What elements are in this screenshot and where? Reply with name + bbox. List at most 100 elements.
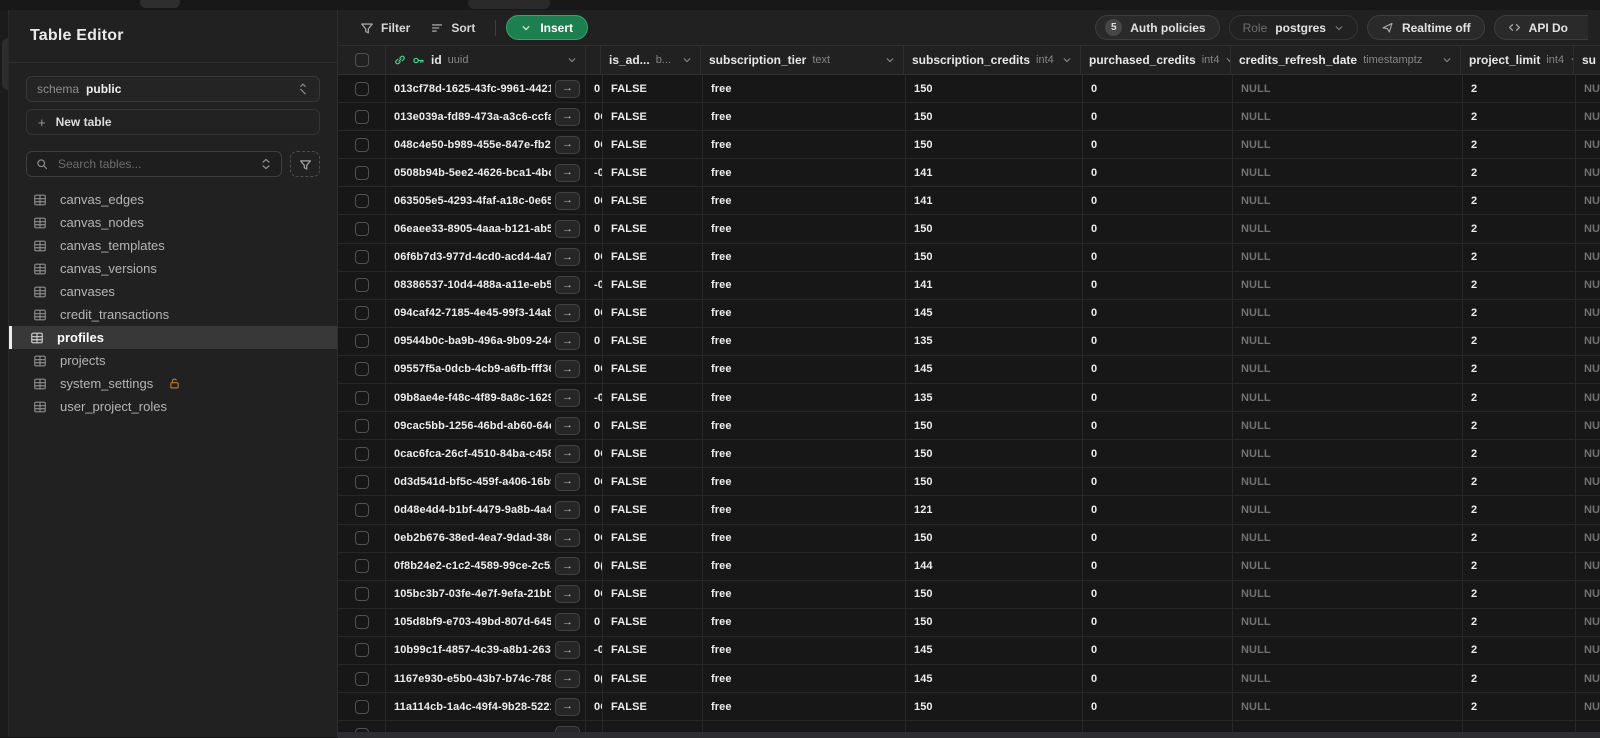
cell-sub_credits[interactable]: 145 bbox=[906, 299, 1083, 327]
cell-clip[interactable]: 0( bbox=[586, 552, 603, 580]
row-checkbox[interactable] bbox=[354, 418, 369, 433]
cell-is_admin[interactable]: FALSE bbox=[603, 524, 703, 552]
sort-button[interactable]: Sort bbox=[420, 15, 485, 41]
cell-clip[interactable]: -0 bbox=[586, 159, 603, 187]
sidebar-item-credit_transactions[interactable]: credit_transactions bbox=[9, 303, 337, 326]
cell-clip[interactable]: 0C bbox=[586, 187, 603, 215]
row-checkbox[interactable] bbox=[354, 531, 369, 546]
cell-purchased[interactable]: 0 bbox=[1083, 524, 1233, 552]
row-checkbox[interactable] bbox=[354, 362, 369, 377]
cell-refresh[interactable]: NULL bbox=[1233, 664, 1463, 693]
id-cell[interactable]: 06eaee33-8905-4aaa-b121-ab552... → bbox=[386, 215, 586, 243]
id-cell[interactable]: 09544b0c-ba9b-496a-9b09-244... → bbox=[386, 327, 586, 355]
cell-trailing[interactable]: NULL bbox=[1576, 131, 1600, 158]
realtime-toggle-button[interactable]: Realtime off bbox=[1366, 15, 1485, 40]
cell-tier[interactable]: free bbox=[703, 103, 906, 131]
cell-tier[interactable]: free bbox=[703, 412, 906, 440]
cell-refresh[interactable]: NULL bbox=[1233, 524, 1463, 552]
chevron-down-icon[interactable] bbox=[567, 55, 577, 65]
cell-is_admin[interactable]: FALSE bbox=[603, 664, 703, 693]
column-header-id[interactable]: id uuid bbox=[386, 46, 586, 74]
column-header-subscription-tier[interactable]: subscription_tier text bbox=[701, 46, 904, 74]
expand-row-button[interactable]: → bbox=[555, 79, 580, 98]
row-checkbox[interactable] bbox=[354, 699, 369, 714]
cell-purchased[interactable]: 0 bbox=[1083, 215, 1233, 243]
cell-clip[interactable]: 0C bbox=[586, 524, 603, 552]
column-header-purchased-credits[interactable]: purchased_credits int4 bbox=[1081, 46, 1231, 74]
cell-refresh[interactable]: NULL bbox=[1233, 384, 1463, 412]
cell-tier[interactable]: free bbox=[703, 496, 906, 524]
id-cell[interactable]: 094caf42-7185-4e45-99f3-14abee... → bbox=[386, 299, 586, 327]
id-cell[interactable]: 0d48e4d4-b1bf-4479-9a8b-4a4b... → bbox=[386, 496, 586, 524]
cell-trailing[interactable]: NULL bbox=[1576, 693, 1600, 720]
cell-tier[interactable]: free bbox=[703, 384, 906, 412]
cell-is_admin[interactable]: FALSE bbox=[603, 299, 703, 327]
id-cell[interactable]: 105d8bf9-e703-49bd-807d-645e... → bbox=[386, 608, 586, 636]
cell-sub_credits[interactable]: 141 bbox=[906, 187, 1083, 215]
cell-refresh[interactable]: NULL bbox=[1233, 412, 1463, 440]
cell-sub_credits[interactable]: 145 bbox=[906, 636, 1083, 664]
cell-refresh[interactable]: NULL bbox=[1233, 468, 1463, 496]
id-cell[interactable]: 048c4e50-b989-455e-847e-fb2f... → bbox=[386, 131, 586, 159]
cell-clip[interactable]: 0 bbox=[586, 75, 603, 103]
role-selector-button[interactable]: Role postgres bbox=[1228, 15, 1358, 40]
cell-tier[interactable]: free bbox=[703, 243, 906, 271]
cell-purchased[interactable]: 0 bbox=[1083, 75, 1233, 103]
cell-is_admin[interactable]: FALSE bbox=[603, 580, 703, 608]
cell-limit[interactable]: 2 bbox=[1463, 103, 1576, 131]
cell-sub_credits[interactable]: 150 bbox=[906, 215, 1083, 243]
cell-refresh[interactable]: NULL bbox=[1233, 159, 1463, 187]
id-cell[interactable]: 063505e5-4293-4faf-a18c-0e65b... → bbox=[386, 187, 586, 215]
id-cell[interactable]: 1167e930-e5b0-43b7-b74c-788c9... → bbox=[386, 664, 586, 693]
cell-refresh[interactable]: NULL bbox=[1233, 243, 1463, 271]
cell-tier[interactable]: free bbox=[703, 468, 906, 496]
cell-sub_credits[interactable]: 141 bbox=[906, 159, 1083, 187]
cell-sub_credits[interactable]: 150 bbox=[906, 468, 1083, 496]
expand-row-button[interactable]: → bbox=[555, 669, 580, 688]
cell-is_admin[interactable]: FALSE bbox=[603, 131, 703, 159]
id-cell[interactable]: 09b8ae4e-f48c-4f89-8a8c-1629b... → bbox=[386, 384, 586, 412]
row-checkbox[interactable] bbox=[354, 671, 369, 686]
cell-clip[interactable]: 0 bbox=[586, 496, 603, 524]
id-cell[interactable]: 10b99c1f-4857-4c39-a8b1-263b8... → bbox=[386, 636, 586, 664]
cell-limit[interactable]: 2 bbox=[1463, 243, 1576, 271]
column-header-clipped[interactable]: su bbox=[1574, 46, 1600, 74]
cell-trailing[interactable]: NULL bbox=[1576, 468, 1600, 495]
id-cell[interactable]: 09557f5a-0dcb-4cb9-a6fb-fff366... → bbox=[386, 355, 586, 384]
cell-limit[interactable]: 2 bbox=[1463, 412, 1576, 440]
row-checkbox[interactable] bbox=[354, 165, 369, 180]
cell-clip[interactable]: -0 bbox=[586, 636, 603, 664]
insert-button[interactable]: Insert bbox=[506, 15, 589, 40]
cell-is_admin[interactable]: FALSE bbox=[603, 215, 703, 243]
expand-row-button[interactable]: → bbox=[555, 276, 580, 295]
cell-is_admin[interactable]: FALSE bbox=[603, 496, 703, 524]
cell-tier[interactable]: free bbox=[703, 524, 906, 552]
cell-purchased[interactable]: 0 bbox=[1083, 440, 1233, 468]
column-header-credits-refresh-date[interactable]: credits_refresh_date timestamptz bbox=[1231, 46, 1461, 74]
cell-is_admin[interactable]: FALSE bbox=[603, 693, 703, 721]
cell-tier[interactable]: free bbox=[703, 580, 906, 608]
sidebar-item-system_settings[interactable]: system_settings bbox=[9, 372, 337, 395]
cell-clip[interactable]: 0C bbox=[586, 243, 603, 271]
cell-purchased[interactable]: 0 bbox=[1083, 608, 1233, 636]
row-checkbox[interactable] bbox=[354, 306, 369, 321]
expand-row-button[interactable]: → bbox=[555, 557, 580, 576]
select-all-checkbox[interactable] bbox=[354, 53, 369, 67]
cell-refresh[interactable]: NULL bbox=[1233, 215, 1463, 243]
id-cell[interactable]: 0f8b24e2-c1c2-4589-99ce-2c52d... → bbox=[386, 552, 586, 580]
cell-is_admin[interactable]: FALSE bbox=[603, 608, 703, 636]
expand-row-button[interactable]: → bbox=[555, 107, 580, 126]
expand-row-button[interactable]: → bbox=[555, 585, 580, 604]
sidebar-item-profiles[interactable]: profiles bbox=[9, 326, 337, 349]
expand-row-button[interactable]: → bbox=[555, 248, 580, 267]
expand-row-button[interactable]: → bbox=[555, 191, 580, 210]
chevron-down-icon[interactable] bbox=[1442, 55, 1452, 65]
cell-sub_credits[interactable]: 150 bbox=[906, 440, 1083, 468]
column-header-subscription-credits[interactable]: subscription_credits int4 bbox=[904, 46, 1081, 74]
new-table-button[interactable]: + New table bbox=[26, 109, 320, 135]
cell-purchased[interactable]: 0 bbox=[1083, 496, 1233, 524]
search-tables-input[interactable] bbox=[56, 156, 252, 172]
cell-trailing[interactable]: NULL bbox=[1576, 272, 1600, 299]
row-checkbox[interactable] bbox=[354, 643, 369, 658]
cell-clip[interactable]: 0C bbox=[586, 693, 603, 721]
